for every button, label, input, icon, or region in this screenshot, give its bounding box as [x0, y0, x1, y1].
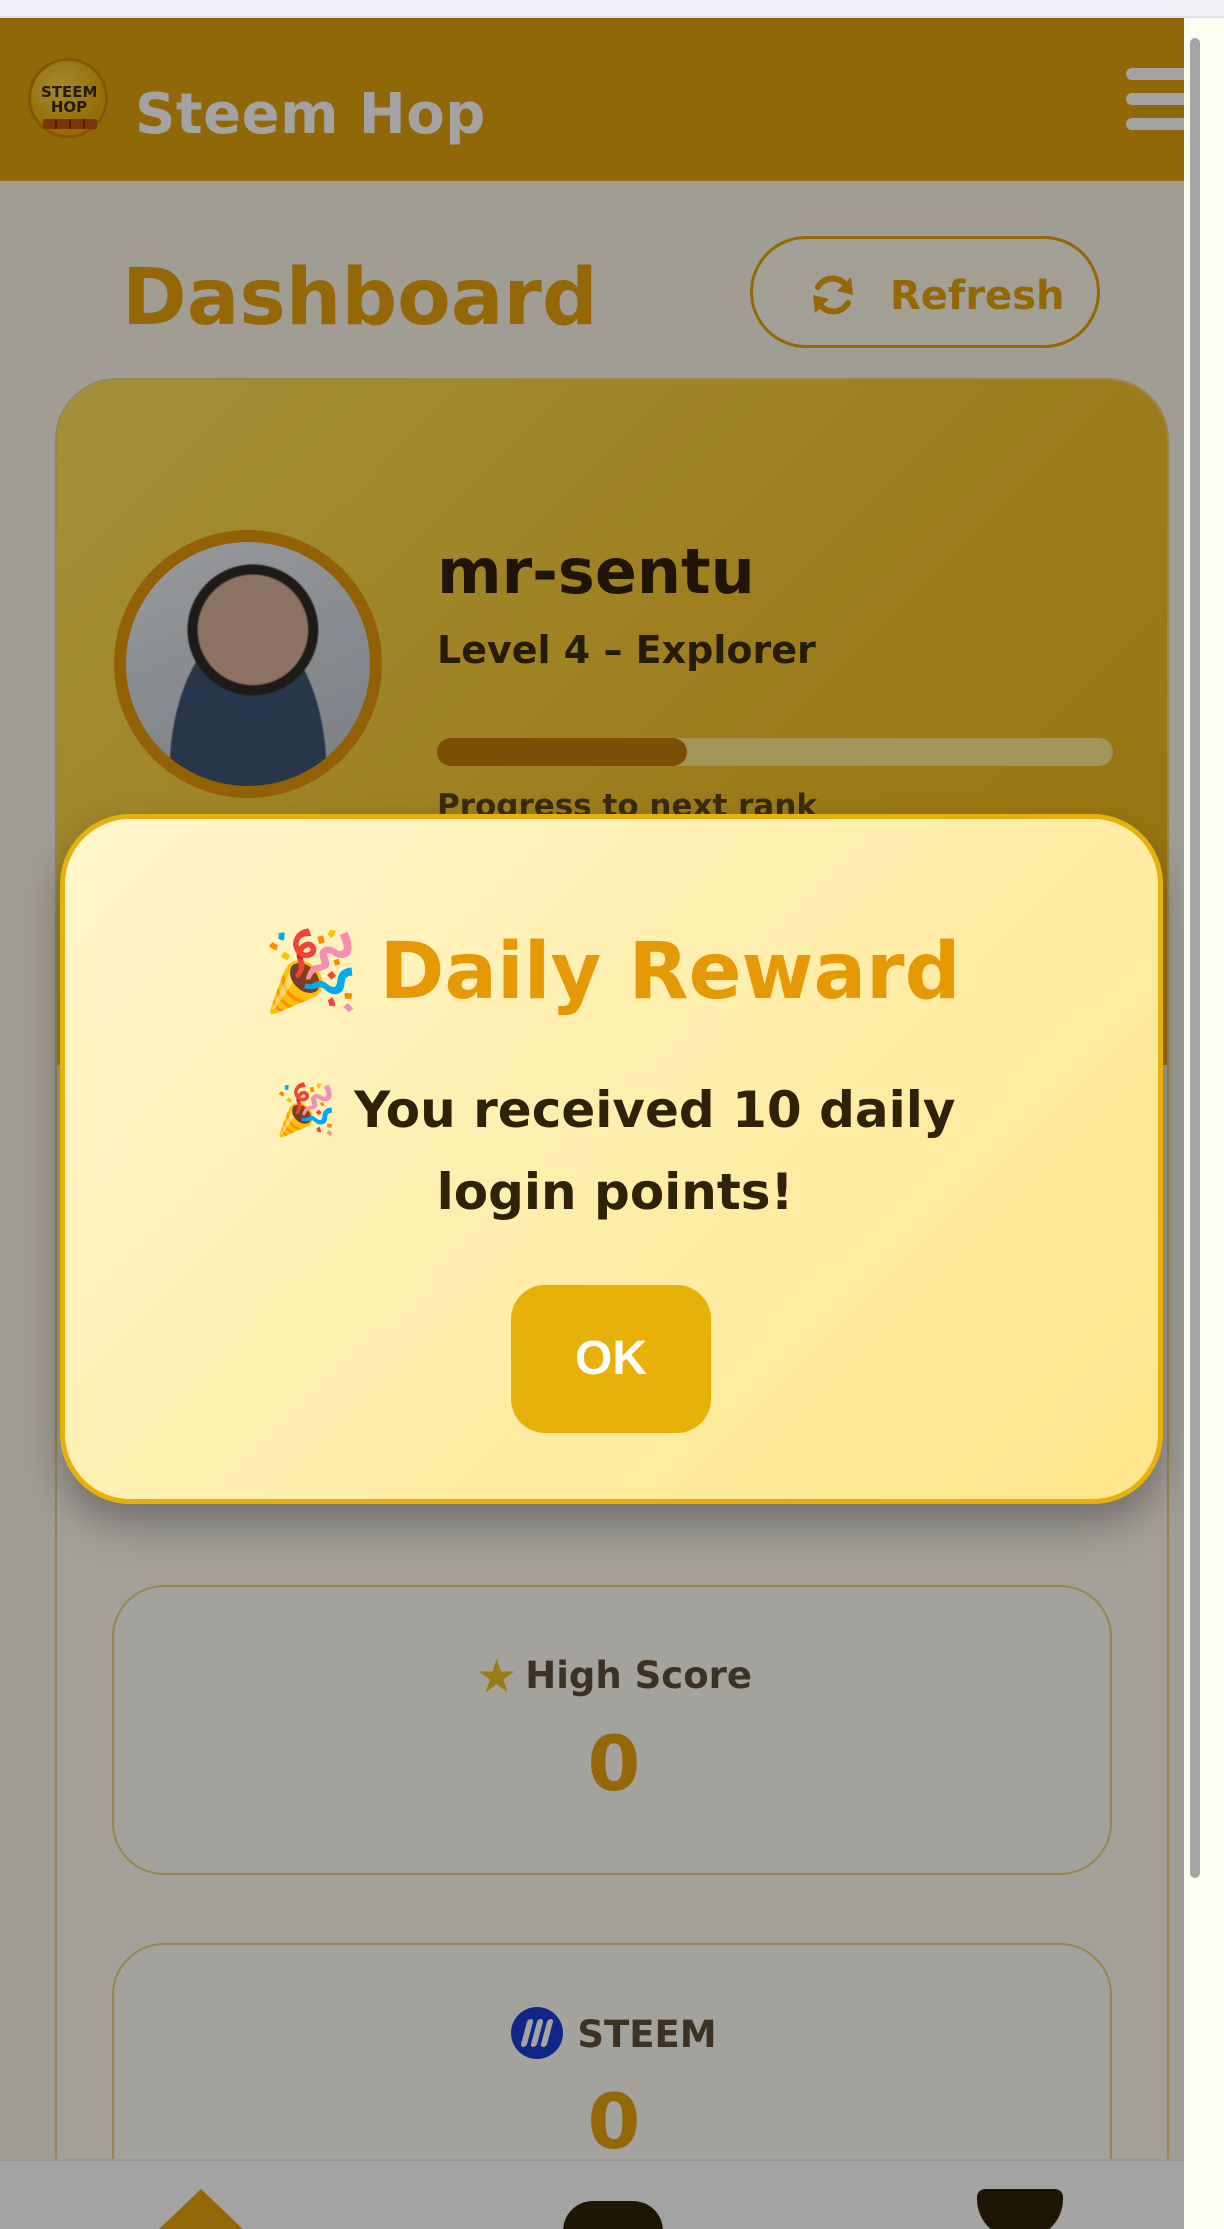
modal-message: 🎉 You received 10 daily login points!	[274, 1081, 956, 1221]
scrollbar-thumb[interactable]	[1190, 38, 1200, 1878]
ok-label: OK	[575, 1332, 647, 1385]
ok-button[interactable]: OK	[511, 1285, 711, 1433]
daily-reward-modal: 🎉 Daily Reward 🎉 You received 10 daily lo…	[60, 814, 1163, 1504]
party-popper-icon: 🎉	[262, 927, 360, 1017]
page-viewport: STEEM HOP Steem Hop Dashboard Refresh mr…	[0, 18, 1184, 2229]
modal-title: 🎉 Daily Reward	[65, 927, 1158, 1018]
browser-top-strip	[0, 0, 1224, 18]
modal-title-text: Daily Reward	[379, 927, 961, 1017]
